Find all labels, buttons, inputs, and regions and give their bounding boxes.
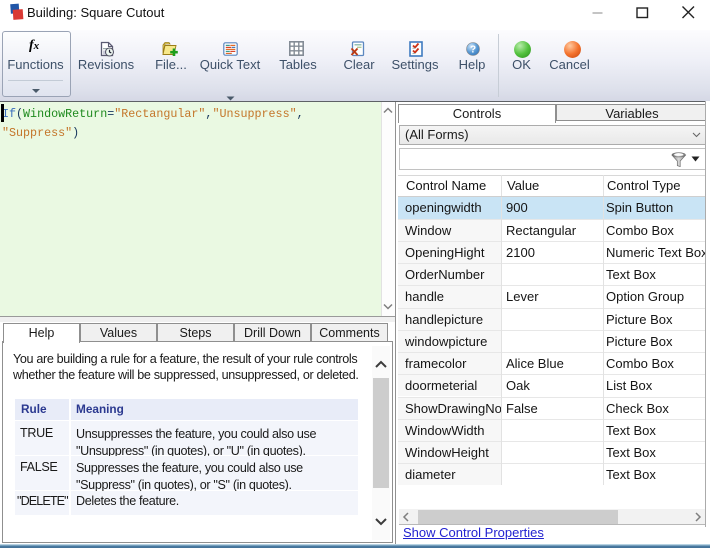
svg-text:?: ? [470, 45, 476, 56]
